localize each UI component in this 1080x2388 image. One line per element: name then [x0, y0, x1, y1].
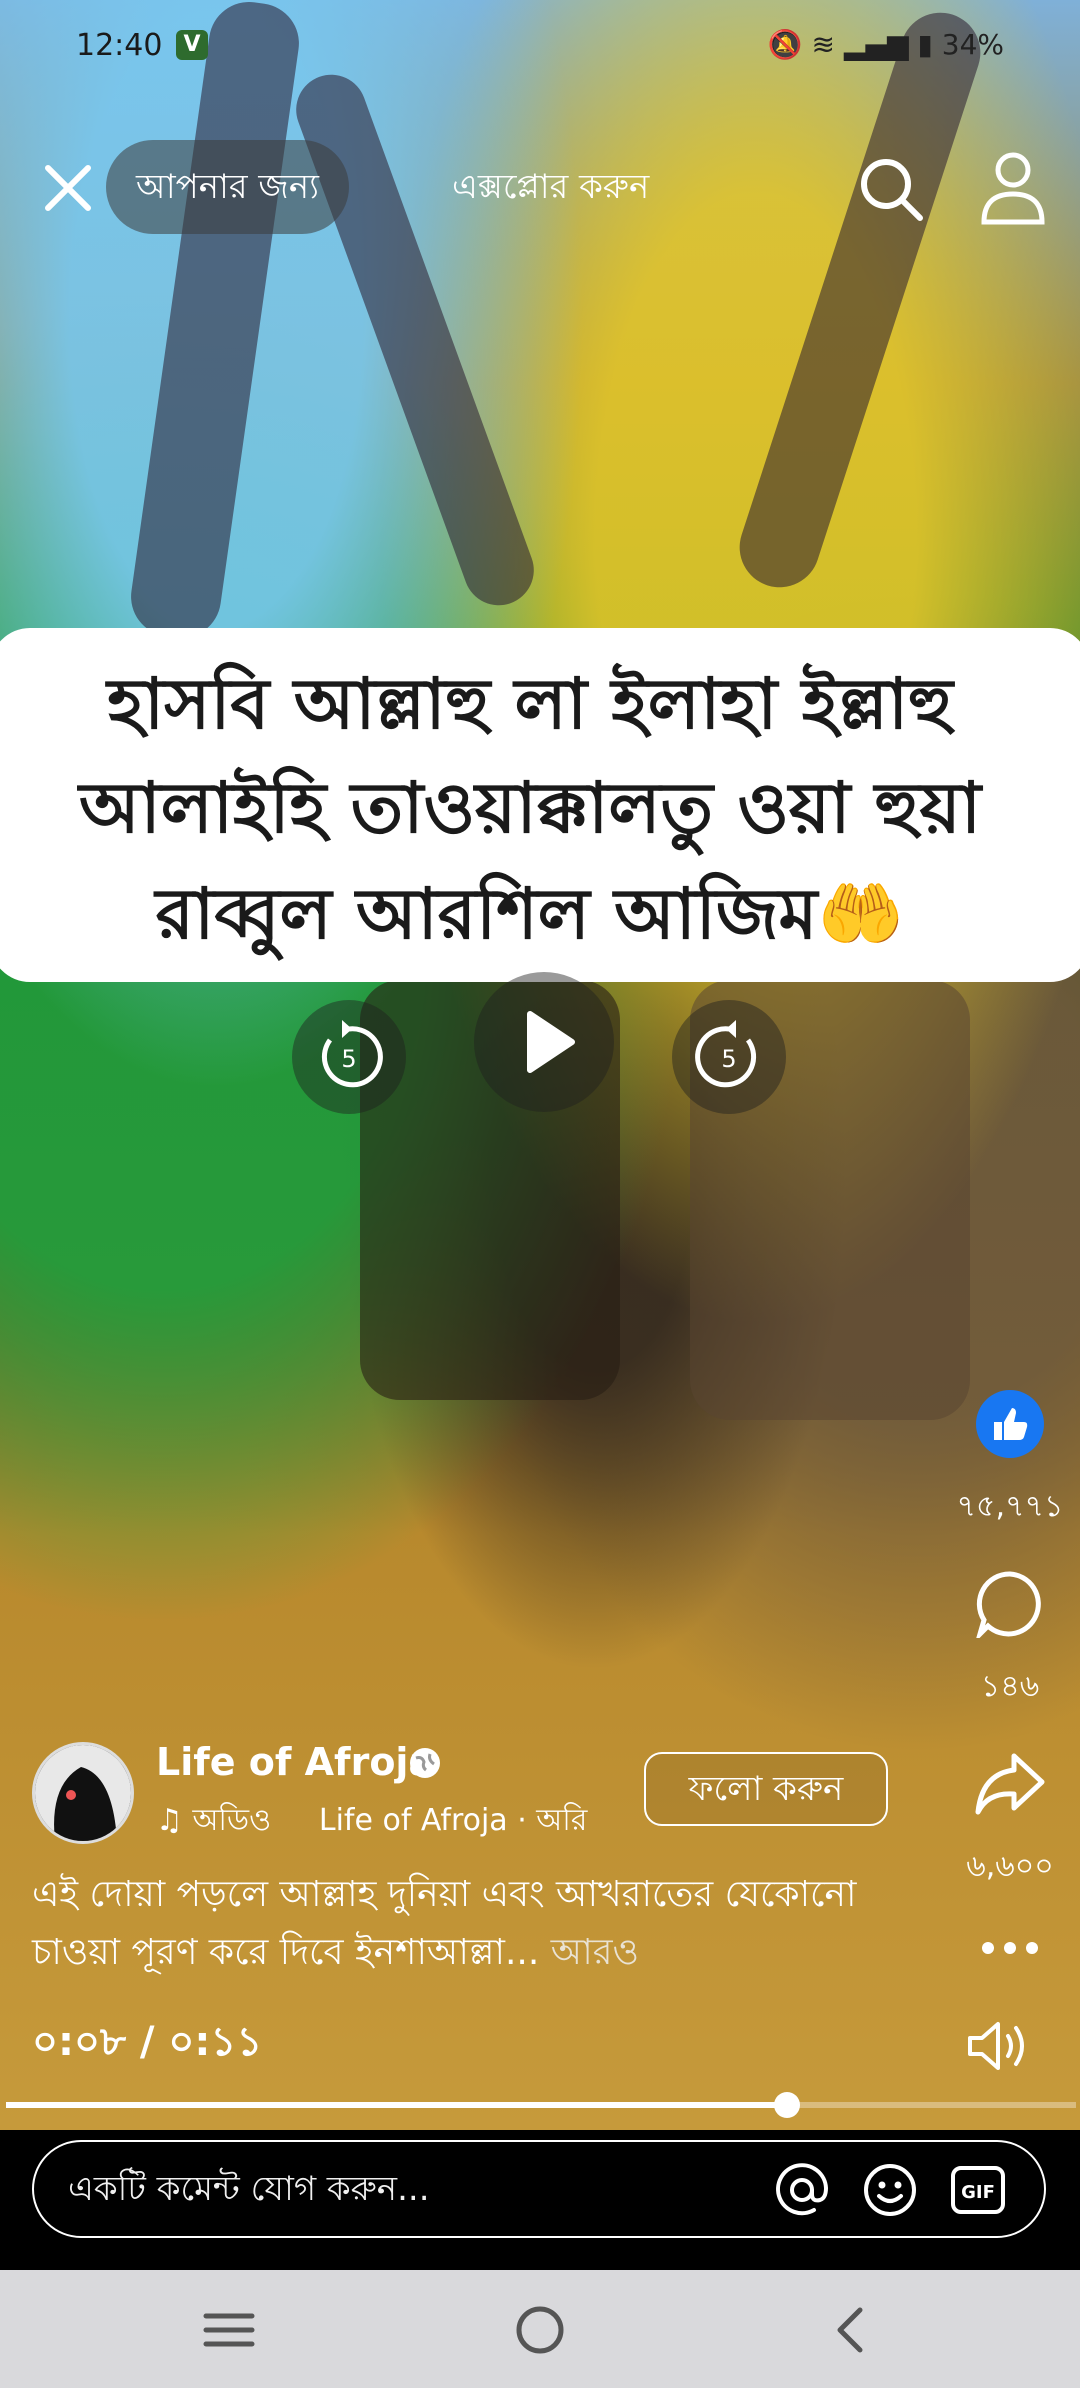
comment-count: ১৪৬	[980, 1669, 1040, 1704]
description-text: এই দোয়া পড়লে আল্লাহ দুনিয়া এবং আখরাতে…	[32, 1874, 857, 1973]
comment-bar: একটি কমেন্ট যোগ করুন... GIF	[0, 2130, 1080, 2270]
recent-apps-icon[interactable]	[194, 2300, 264, 2360]
profile-icon[interactable]	[978, 150, 1048, 226]
app-notification-icon: V	[176, 30, 208, 60]
caption-line-2: আলাইহি তাওয়াক্কালতু ওয়া হুয়া	[78, 766, 982, 849]
comment-placeholder: একটি কমেন্ট যোগ করুন...	[68, 2169, 430, 2209]
share-count: ৬,৬০০	[966, 1849, 1054, 1884]
progress-fill	[6, 2102, 788, 2108]
rewind-seconds: 5	[341, 1045, 356, 1073]
progress-scrubber[interactable]	[774, 2092, 801, 2118]
like-icon[interactable]	[976, 1390, 1044, 1458]
audio-source: Life of Afroja · অরি	[318, 1803, 588, 1838]
video-caption-overlay: হাসবি আল্লাহু লা ইলাহা ইল্লাহু আলাইহি তা…	[0, 628, 1080, 982]
more-options-icon[interactable]	[980, 1938, 1040, 1958]
like-count: ৭৫,৭৭১	[956, 1489, 1064, 1524]
back-icon[interactable]	[816, 2300, 886, 2360]
volume-icon[interactable]	[966, 2018, 1030, 2074]
home-icon[interactable]	[505, 2300, 575, 2360]
follow-button[interactable]: ফলো করুন	[644, 1752, 888, 1826]
mute-icon: 🔕	[767, 28, 803, 61]
rewind-5-button[interactable]: 5	[292, 1000, 406, 1114]
status-icons: 🔕 ≋ ▂▄▆ ▮ 34%	[768, 28, 1004, 61]
forward-5-button[interactable]: 5	[672, 1000, 786, 1114]
author-avatar[interactable]	[32, 1742, 134, 1844]
signal-icon: ▂▄▆	[843, 28, 909, 61]
emoji-icon[interactable]	[862, 2162, 918, 2218]
top-navigation: আপনার জন্য এক্সপ্লোর করুন	[0, 140, 1080, 240]
caption-line-3: রাব্বুল আরশিল আজিম🤲	[155, 872, 905, 955]
author-name[interactable]: Life of Afroja	[156, 1740, 434, 1784]
close-icon[interactable]	[40, 160, 96, 216]
battery-level: 34%	[941, 28, 1004, 61]
music-note-icon: ♫	[156, 1803, 183, 1838]
tab-for-you[interactable]: আপনার জন্য	[106, 140, 349, 234]
comment-input[interactable]: একটি কমেন্ট যোগ করুন... GIF	[32, 2140, 1046, 2238]
mention-icon[interactable]	[774, 2162, 830, 2218]
audio-label: অডিও	[192, 1803, 272, 1838]
search-icon[interactable]	[856, 154, 926, 224]
gif-icon[interactable]: GIF	[950, 2162, 1006, 2218]
see-more-link[interactable]: আরও	[551, 1932, 639, 1973]
time-display: ০:০৮ / ০:১১	[32, 2019, 263, 2065]
video-description[interactable]: এই দোয়া পড়লে আল্লাহ দুনিয়া এবং আখরাতে…	[32, 1866, 912, 1982]
audio-row[interactable]: ♫ অডিও Life of Afroja · অরি	[156, 1796, 587, 1847]
play-button[interactable]	[474, 972, 614, 1112]
author-section: Life of Afroja ♫ অডিও Life of Afroja · অ…	[32, 1740, 912, 1860]
system-nav-bar	[0, 2270, 1080, 2388]
globe-icon	[408, 1746, 442, 1780]
progress-bar[interactable]	[6, 2092, 1076, 2118]
comment-icon[interactable]	[974, 1570, 1044, 1643]
wifi-icon: ≋	[811, 28, 836, 61]
share-icon[interactable]	[974, 1750, 1046, 1818]
battery-icon: ▮	[917, 28, 933, 61]
gif-label: GIF	[961, 2182, 995, 2203]
status-bar: 12:40 V 🔕 ≋ ▂▄▆ ▮ 34%	[0, 0, 1080, 96]
caption-line-1: হাসবি আল্লাহু লা ইলাহা ইল্লাহু	[107, 662, 953, 745]
status-time: 12:40	[76, 28, 163, 63]
forward-seconds: 5	[721, 1045, 736, 1073]
tab-explore[interactable]: এক্সপ্লোর করুন	[452, 140, 649, 234]
